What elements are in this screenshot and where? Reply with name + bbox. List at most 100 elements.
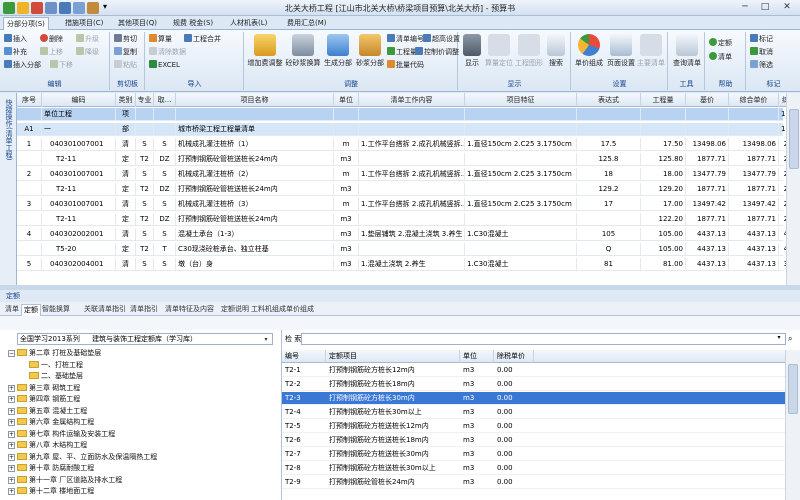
quota-cell-code[interactable]: T2-9 bbox=[282, 476, 326, 489]
table-row[interactable]: 2 040301007001 清 S S 机械成孔灌注桩桥（2） m 1.工作平台搭拆 2.成… bbox=[17, 168, 800, 181]
table-cell-feature[interactable]: 1.直径150cm 2.C25 3.1750cm bbox=[465, 168, 577, 181]
table-cell-expr[interactable]: 105 bbox=[577, 228, 641, 241]
table-cell-prof[interactable]: T2 bbox=[136, 183, 154, 196]
table-cell-cat[interactable]: 定 bbox=[116, 213, 136, 226]
quota-row[interactable]: T2-7 打预制钢筋砼方桩送桩长30m内 m3 0.00 bbox=[282, 448, 785, 461]
table-cell-feature[interactable] bbox=[465, 153, 577, 166]
quota-cell-code[interactable]: T2-1 bbox=[282, 364, 326, 377]
cancel-mark-button[interactable]: 取消 bbox=[750, 47, 773, 58]
search-button[interactable]: 搜索 bbox=[545, 34, 567, 68]
table-cell-work[interactable]: 1.混凝土浇筑 2.养生 bbox=[359, 258, 465, 271]
table-cell-name[interactable]: 机械成孔灌注桩桥（2） bbox=[176, 168, 334, 181]
quota-cell-price[interactable]: 0.00 bbox=[494, 392, 534, 405]
table-cell-unit[interactable]: m3 bbox=[334, 213, 359, 226]
column-header[interactable]: 专业 bbox=[136, 93, 154, 107]
maximize-button[interactable]: □ bbox=[756, 1, 774, 14]
quota-list-scrollbar[interactable] bbox=[785, 350, 800, 500]
calc-locate-button[interactable]: 算量定位 bbox=[485, 34, 513, 68]
table-cell-name[interactable]: 打预制钢筋砼管桩送桩长24m内 bbox=[176, 153, 334, 166]
table-cell-unit[interactable]: m3 bbox=[334, 153, 359, 166]
table-cell-prof[interactable] bbox=[136, 108, 154, 121]
table-cell-qty[interactable]: 122.20 bbox=[641, 213, 686, 226]
column-header[interactable]: 综合单价 bbox=[729, 93, 779, 107]
quota-cell-code[interactable]: T2-3 bbox=[282, 392, 326, 405]
table-cell-work[interactable] bbox=[359, 183, 465, 196]
control-price-button[interactable]: 控制价调整 bbox=[415, 47, 459, 58]
quota-cell-price[interactable]: 0.00 bbox=[494, 364, 534, 377]
table-cell-cat[interactable]: 清 bbox=[116, 138, 136, 151]
quota-cell-name[interactable]: 打预制钢筋砼方桩长30m以上 bbox=[326, 406, 460, 419]
table-cell-unit-price[interactable]: 13477.79 bbox=[729, 168, 779, 181]
quota-cell-price[interactable]: 0.00 bbox=[494, 378, 534, 391]
table-cell-take[interactable]: S bbox=[154, 168, 176, 181]
main-list-button[interactable]: 主要清单 bbox=[636, 34, 666, 68]
table-cell-unit[interactable]: m bbox=[334, 198, 359, 211]
table-cell-prof[interactable]: S bbox=[136, 258, 154, 271]
table-cell-expr[interactable]: 17.5 bbox=[577, 138, 641, 151]
expand-toggle-icon[interactable]: + bbox=[8, 476, 15, 484]
tree-node[interactable]: + 第四章 钢筋工程 bbox=[8, 394, 80, 405]
table-cell-cat[interactable]: 定 bbox=[116, 183, 136, 196]
table-cell-seq[interactable] bbox=[17, 213, 42, 226]
table-cell-feature[interactable]: 1.C30混凝土 bbox=[465, 258, 577, 271]
expand-toggle-icon[interactable]: − bbox=[8, 350, 15, 357]
engineering-merge-button[interactable]: 工程合并 bbox=[184, 34, 221, 45]
table-cell-name[interactable]: 机械成孔灌注桩桥（1） bbox=[176, 138, 334, 151]
table-cell-code[interactable]: 040301007001 bbox=[42, 168, 116, 181]
grid-scrollbar[interactable] bbox=[786, 93, 800, 285]
table-cell-take[interactable]: S bbox=[154, 228, 176, 241]
table-cell-qty[interactable]: 17.50 bbox=[641, 138, 686, 151]
library-select[interactable]: 全国学习2013系列 建筑与装饰工程定额库（学习库） ▾ bbox=[17, 333, 273, 345]
table-cell-take[interactable]: DZ bbox=[154, 153, 176, 166]
table-cell-take[interactable] bbox=[154, 123, 176, 136]
quota-cell-unit[interactable]: m3 bbox=[460, 364, 494, 377]
table-cell-take[interactable]: T bbox=[154, 243, 176, 256]
table-cell-cat[interactable]: 清 bbox=[116, 168, 136, 181]
table-cell-prof[interactable]: S bbox=[136, 228, 154, 241]
tab-rencaiji[interactable]: 人材机表(L) bbox=[227, 17, 270, 30]
table-cell-name[interactable]: 打预制钢筋砼管桩送桩长24m内 bbox=[176, 213, 334, 226]
table-cell-expr[interactable]: 125.8 bbox=[577, 153, 641, 166]
column-header[interactable]: 取... bbox=[154, 93, 176, 107]
close-button[interactable]: ✕ bbox=[778, 1, 796, 14]
display-button[interactable]: 显示 bbox=[461, 34, 483, 68]
table-row[interactable]: T5-20 定 T2 T C30现浇砼桩承台、独立柱基 m3 Q 105.00 4437.13 4… bbox=[17, 243, 800, 256]
table-cell-feature[interactable]: 1.直径150cm 2.C25 3.1750cm bbox=[465, 198, 577, 211]
table-cell-qty[interactable]: 129.20 bbox=[641, 183, 686, 196]
tree-node[interactable]: + 第十一章 厂区道路及排水工程 bbox=[8, 475, 122, 486]
tab-feiyong[interactable]: 费用汇总(M) bbox=[284, 17, 330, 30]
table-cell-cat[interactable]: 部 bbox=[116, 123, 136, 136]
expand-toggle-icon[interactable]: + bbox=[8, 384, 15, 392]
quota-cell-name[interactable]: 打预制钢筋砼管桩长24m内 bbox=[326, 476, 460, 489]
quota-cell-price[interactable]: 0.00 bbox=[494, 462, 534, 475]
search-icon[interactable]: ⌕ bbox=[788, 333, 799, 345]
column-header[interactable]: 序号 bbox=[17, 93, 42, 107]
tab-fenbu[interactable]: 分部分项(S) bbox=[3, 17, 49, 30]
quota-cell-unit[interactable]: m3 bbox=[460, 420, 494, 433]
scroll-thumb[interactable] bbox=[788, 364, 798, 414]
quota-cell-name[interactable]: 打预制钢筋砼方桩送桩长12m内 bbox=[326, 420, 460, 433]
table-cell-feature[interactable] bbox=[465, 183, 577, 196]
quota-cell-unit[interactable]: m3 bbox=[460, 462, 494, 475]
generate-section-button[interactable]: 生成分部 bbox=[323, 34, 353, 68]
table-cell-unit[interactable]: m bbox=[334, 138, 359, 151]
table-cell-prof[interactable]: T2 bbox=[136, 213, 154, 226]
table-cell-take[interactable]: S bbox=[154, 138, 176, 151]
table-cell-work[interactable] bbox=[359, 108, 465, 121]
column-header[interactable]: 清单工作内容 bbox=[359, 93, 465, 107]
expand-toggle-icon[interactable]: + bbox=[8, 419, 15, 426]
table-cell-name[interactable]: 机械成孔灌注桩桥（3） bbox=[176, 198, 334, 211]
table-row[interactable]: T2-11 定 T2 DZ 打预制钢筋砼管桩送桩长24m内 m3 129.2 129.20 18… bbox=[17, 183, 800, 196]
table-cell-unit[interactable]: m3 bbox=[334, 258, 359, 271]
table-cell-work[interactable] bbox=[359, 243, 465, 256]
quota-row[interactable]: T2-4 打预制钢筋砼方桩长30m以上 m3 0.00 bbox=[282, 406, 785, 419]
table-cell-unit-price[interactable]: 13497.42 bbox=[729, 198, 779, 211]
table-cell-base[interactable]: 13498.06 bbox=[686, 138, 729, 151]
batch-code-button[interactable]: 批量代码 bbox=[387, 60, 424, 71]
quota-row[interactable]: T2-3 打预制钢筋砼方桩长30m内 m3 0.00 bbox=[282, 392, 785, 405]
tab-qita[interactable]: 其他项目(Q) bbox=[115, 17, 160, 30]
table-row[interactable]: 4 040302002001 清 S S 混凝土承台（1-3） m3 1.垫层铺筑 2.混凝土… bbox=[17, 228, 800, 241]
table-cell-unit-price[interactable]: 1877.71 bbox=[729, 183, 779, 196]
tree-node[interactable]: + 第三章 砌筑工程 bbox=[8, 383, 80, 394]
tree-node[interactable]: + 第六章 金属结构工程 bbox=[8, 417, 94, 428]
